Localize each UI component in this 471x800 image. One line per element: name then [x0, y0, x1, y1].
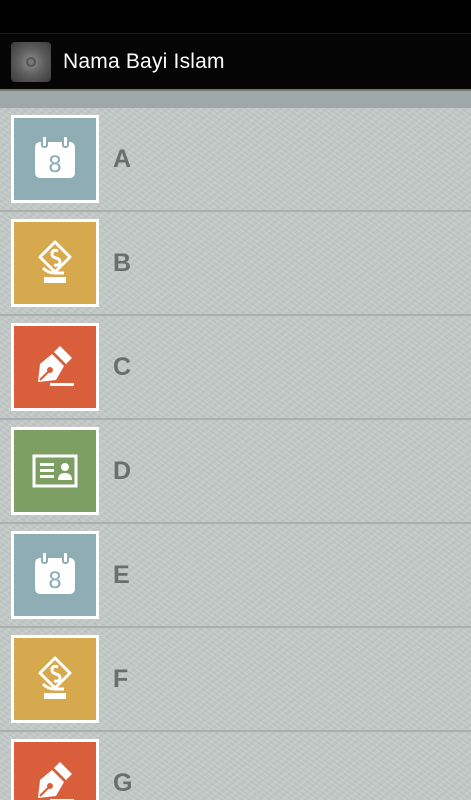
app-title: Nama Bayi Islam [63, 50, 225, 73]
list-item[interactable]: C [0, 316, 471, 420]
hand-money-icon [38, 656, 72, 699]
tile-icon [11, 739, 99, 800]
list-item[interactable]: G [0, 732, 471, 800]
pen-nib-icon [38, 762, 74, 800]
status-bar [0, 0, 471, 33]
tile-icon [11, 323, 99, 411]
list-item-label: E [113, 560, 130, 589]
list-item[interactable]: D [0, 420, 471, 524]
tile-icon [11, 219, 99, 307]
pen-nib-icon [38, 346, 74, 386]
action-bar: Nama Bayi Islam [0, 33, 471, 90]
tile-icon [11, 635, 99, 723]
list-item-label: A [113, 144, 132, 173]
hand-money-icon [38, 240, 72, 283]
letter-list[interactable]: 8 A B C D 8 E F G [0, 91, 471, 800]
svg-text:8: 8 [48, 153, 62, 178]
tile-icon: 8 [11, 115, 99, 203]
list-item-label: G [113, 768, 133, 797]
list-item[interactable]: B [0, 212, 471, 316]
list-top-band [0, 91, 471, 108]
list-item-label: C [113, 352, 132, 381]
list-item[interactable]: F [0, 628, 471, 732]
list-item-label: F [113, 664, 129, 693]
tile-icon: 8 [11, 531, 99, 619]
tile-icon [11, 427, 99, 515]
calendar-icon: 8 [35, 551, 75, 594]
app-logo-icon[interactable] [11, 42, 51, 82]
list-item[interactable]: 8 E [0, 524, 471, 628]
list-item[interactable]: 8 A [0, 108, 471, 212]
calendar-icon: 8 [35, 135, 75, 178]
list-item-label: B [113, 248, 132, 277]
list-item-label: D [113, 456, 132, 485]
svg-text:8: 8 [48, 569, 62, 594]
id-card-icon [32, 454, 78, 488]
